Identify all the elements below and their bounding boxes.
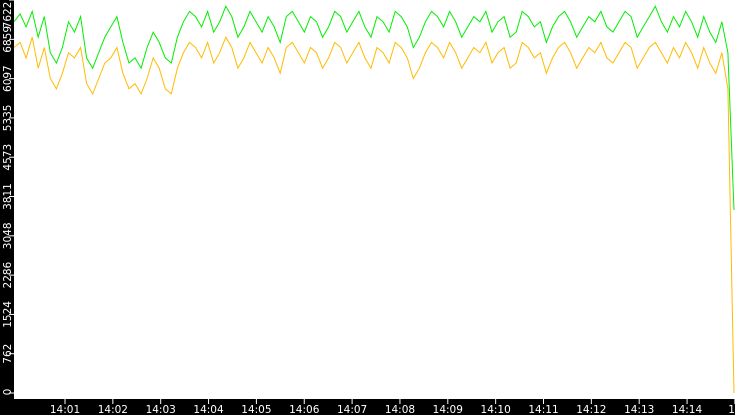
y-tick-label: 0 — [2, 389, 14, 396]
series-line-orange — [13, 36, 735, 394]
y-tick-label: 7622 — [2, 2, 14, 29]
y-tick-label: 1524 — [2, 301, 14, 328]
x-tick-label: 14:14 — [672, 404, 703, 415]
x-tick-label: 14:11 — [528, 404, 558, 415]
x-tick-label: 14:06 — [289, 404, 320, 415]
y-tick-label: 2286 — [2, 261, 14, 288]
x-tick-label: 14:12 — [576, 404, 606, 415]
x-tick-label: 14:04 — [193, 404, 224, 415]
x-tick-label: 14:09 — [433, 404, 463, 415]
x-tick-label: 14:03 — [146, 404, 176, 415]
x-tick-label: 14:07 — [337, 404, 367, 415]
x-tick-label: 14:01 — [50, 404, 80, 415]
x-tick-label: 14:02 — [98, 404, 128, 415]
chart-svg: 0 762 1524 2286 3048 3811 4573 5335 6097 68597622… — [0, 0, 735, 415]
y-tick-label: 762 — [2, 344, 14, 364]
y-tick-label: 4573 — [2, 144, 14, 171]
series-group — [13, 5, 735, 394]
x-tick-label: 14:13 — [624, 404, 654, 415]
y-tick-label: 6859 — [2, 26, 14, 53]
chart: 0 762 1524 2286 3048 3811 4573 5335 6097 6859 7622… — [0, 0, 735, 415]
y-tick-label: 5335 — [2, 105, 14, 132]
x-tick-label: 14:08 — [385, 404, 415, 415]
x-tick-label: 14 — [728, 404, 735, 415]
y-tick-label: 3048 — [2, 222, 14, 249]
x-tick-label: 14:05 — [241, 404, 271, 415]
y-tick-label: 6097 — [2, 65, 14, 92]
y-tick-label: 3811 — [2, 183, 14, 210]
x-tick-label: 14:10 — [481, 404, 511, 415]
series-line-green — [13, 5, 735, 211]
